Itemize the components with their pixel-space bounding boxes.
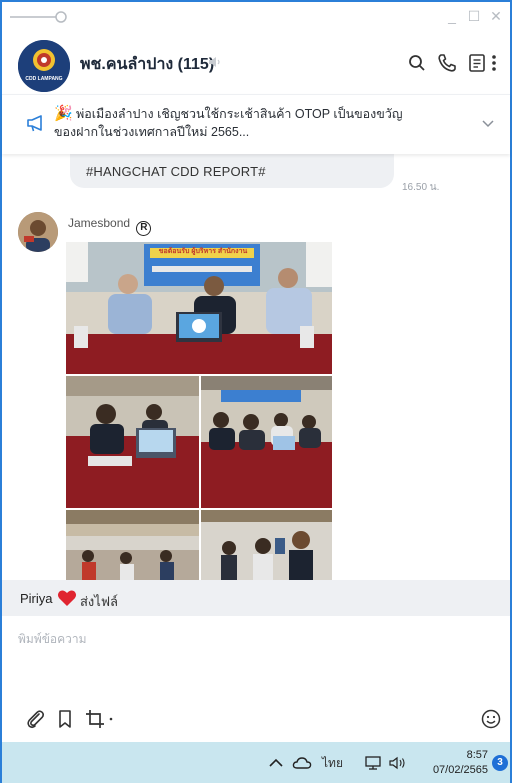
announcement-line-1: พ่อเมืองลำปาง เชิญชวนใช้กระเช้าสินค้า OT… bbox=[76, 107, 403, 121]
crop-icon[interactable] bbox=[84, 708, 116, 730]
party-popper-icon: 🎉 bbox=[54, 105, 73, 122]
shared-photo-3[interactable] bbox=[201, 376, 332, 508]
group-avatar[interactable]: CDD LAMPANG bbox=[18, 40, 70, 92]
meeting-photo-image bbox=[66, 242, 332, 374]
reply-sender-name: Piriya bbox=[20, 591, 53, 606]
search-icon[interactable] bbox=[406, 52, 428, 74]
close-button[interactable]: ✕ bbox=[488, 8, 504, 24]
sender-name-row: Jamesbond R bbox=[68, 216, 152, 236]
language-indicator[interactable]: ไทย bbox=[322, 754, 343, 773]
emoji-icon[interactable] bbox=[480, 708, 502, 730]
taskbar-clock[interactable]: 8:57 07/02/2565 bbox=[422, 748, 488, 778]
maximize-button[interactable]: ☐ bbox=[466, 8, 482, 24]
clock-time: 8:57 bbox=[466, 749, 488, 761]
sender-avatar[interactable] bbox=[18, 212, 58, 252]
shared-photo-2[interactable] bbox=[66, 376, 199, 508]
network-icon[interactable] bbox=[364, 754, 382, 772]
sender-photo-icon bbox=[18, 212, 58, 252]
meeting-photo-image bbox=[66, 376, 199, 508]
reply-message-text: ส่งไฟล์ bbox=[80, 594, 118, 609]
title-bar: _ ☐ ✕ bbox=[2, 2, 510, 32]
sender-name: Jamesbond bbox=[68, 216, 131, 230]
volume-icon[interactable] bbox=[388, 754, 408, 772]
market-photo-image bbox=[66, 510, 199, 580]
chevron-down-icon[interactable] bbox=[480, 115, 496, 131]
bookmark-icon[interactable] bbox=[54, 708, 76, 730]
market-photo-image bbox=[201, 510, 332, 580]
meeting-photo-image bbox=[201, 376, 332, 508]
chat-messages-area[interactable]: #HANGCHAT CDD REPORT# 16.50 น. Jamesbond… bbox=[2, 154, 510, 580]
system-taskbar: ไทย 8:57 07/02/2565 3 bbox=[2, 742, 510, 783]
previous-message-text: #HANGCHAT CDD REPORT# bbox=[86, 164, 266, 179]
message-input[interactable] bbox=[18, 628, 488, 650]
shared-photo-4[interactable] bbox=[66, 510, 199, 580]
group-logo-icon bbox=[18, 40, 70, 92]
previous-message-time: 16.50 น. bbox=[402, 182, 440, 193]
cloud-icon[interactable] bbox=[292, 756, 312, 770]
group-title[interactable]: พช.คนลำปาง (115) bbox=[80, 52, 214, 77]
photo-banner-text: ขอต้อนรับ ผู้บริหาร สำนักงาน bbox=[158, 248, 248, 255]
notification-badge[interactable]: 3 bbox=[492, 755, 508, 771]
announcement-banner[interactable]: 🎉 พ่อเมืองลำปาง เชิญชวนใช้กระเช้าสินค้า … bbox=[2, 94, 510, 154]
megaphone-icon bbox=[27, 115, 42, 132]
heart-icon bbox=[57, 590, 77, 606]
chat-header: CDD LAMPANG พช.คนลำปาง (115) bbox=[2, 32, 510, 94]
clock-date: 07/02/2565 bbox=[432, 764, 488, 776]
app-logo-icon bbox=[10, 11, 67, 23]
phone-icon[interactable] bbox=[436, 52, 458, 74]
group-avatar-text: CDD LAMPANG bbox=[25, 76, 63, 82]
message-compose-area bbox=[2, 616, 510, 742]
mute-icon bbox=[209, 57, 220, 67]
notes-icon[interactable] bbox=[466, 52, 488, 74]
more-icon[interactable] bbox=[488, 52, 500, 74]
reply-preview-bar[interactable]: Piriya ส่งไฟล์ bbox=[2, 580, 510, 616]
attachment-icon[interactable] bbox=[24, 708, 46, 730]
minimize-button[interactable]: _ bbox=[444, 8, 460, 24]
chevron-up-icon[interactable] bbox=[268, 756, 284, 770]
line-chat-window: _ ☐ ✕ CDD LAMPANG พช.คนลำปาง (115) 🎉 พ่อ… bbox=[0, 0, 512, 783]
announcement-line-2: ของฝากในช่วงเทศกาลปีใหม่ 2565... bbox=[54, 125, 250, 139]
shared-photo-1[interactable]: ขอต้อนรับ ผู้บริหาร สำนักงาน bbox=[66, 242, 332, 374]
verified-icon: R bbox=[136, 221, 152, 236]
previous-message-bubble[interactable]: #HANGCHAT CDD REPORT# bbox=[70, 154, 394, 188]
shared-photo-5[interactable] bbox=[201, 510, 332, 580]
announcement-text: พ่อเมืองลำปาง เชิญชวนใช้กระเช้าสินค้า OT… bbox=[54, 105, 456, 141]
